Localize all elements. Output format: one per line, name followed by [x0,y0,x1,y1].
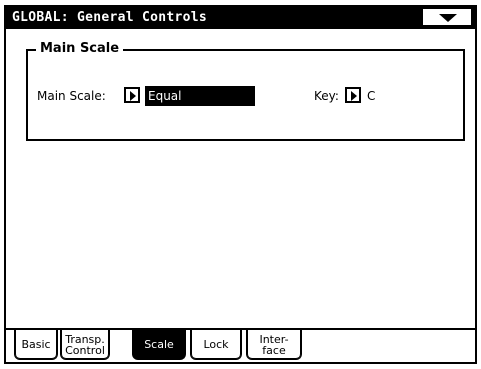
tab-label: Basic [21,338,51,351]
tab-label: Scale [144,338,174,351]
main-scale-value[interactable]: Equal [145,86,255,106]
triangle-right-icon [130,91,136,101]
main-scale-label: Main Scale: [37,89,106,103]
tab-label-line2: face [262,343,286,357]
tab-transp-control[interactable]: Transp. Control [60,330,110,360]
page-menu-button[interactable] [423,9,471,25]
main-scale-group: Main Scale Main Scale: Equal Key: C [26,41,465,141]
tab-lock[interactable]: Lock [190,330,242,360]
page-title: GLOBAL: General Controls [12,10,208,25]
tab-label-line2: Control [65,343,105,357]
key-value[interactable]: C [367,89,375,103]
title-bar: GLOBAL: General Controls [6,7,475,29]
tab-label: Lock [203,338,229,351]
triangle-right-icon [351,91,357,101]
tab-scale[interactable]: Scale [132,330,186,360]
key-popup-button[interactable] [345,87,361,103]
tab-label-line1: Transp. [65,332,105,346]
main-scale-popup-button[interactable] [124,87,140,103]
tab-label-line1: Inter- [259,332,289,346]
key-label: Key: [314,89,339,103]
tab-interface[interactable]: Inter- face [246,330,302,360]
group-title: Main Scale [36,41,124,57]
tab-basic[interactable]: Basic [14,330,58,360]
global-general-controls-page: GLOBAL: General Controls Main Scale Main… [4,5,477,364]
triangle-down-icon [439,14,457,22]
